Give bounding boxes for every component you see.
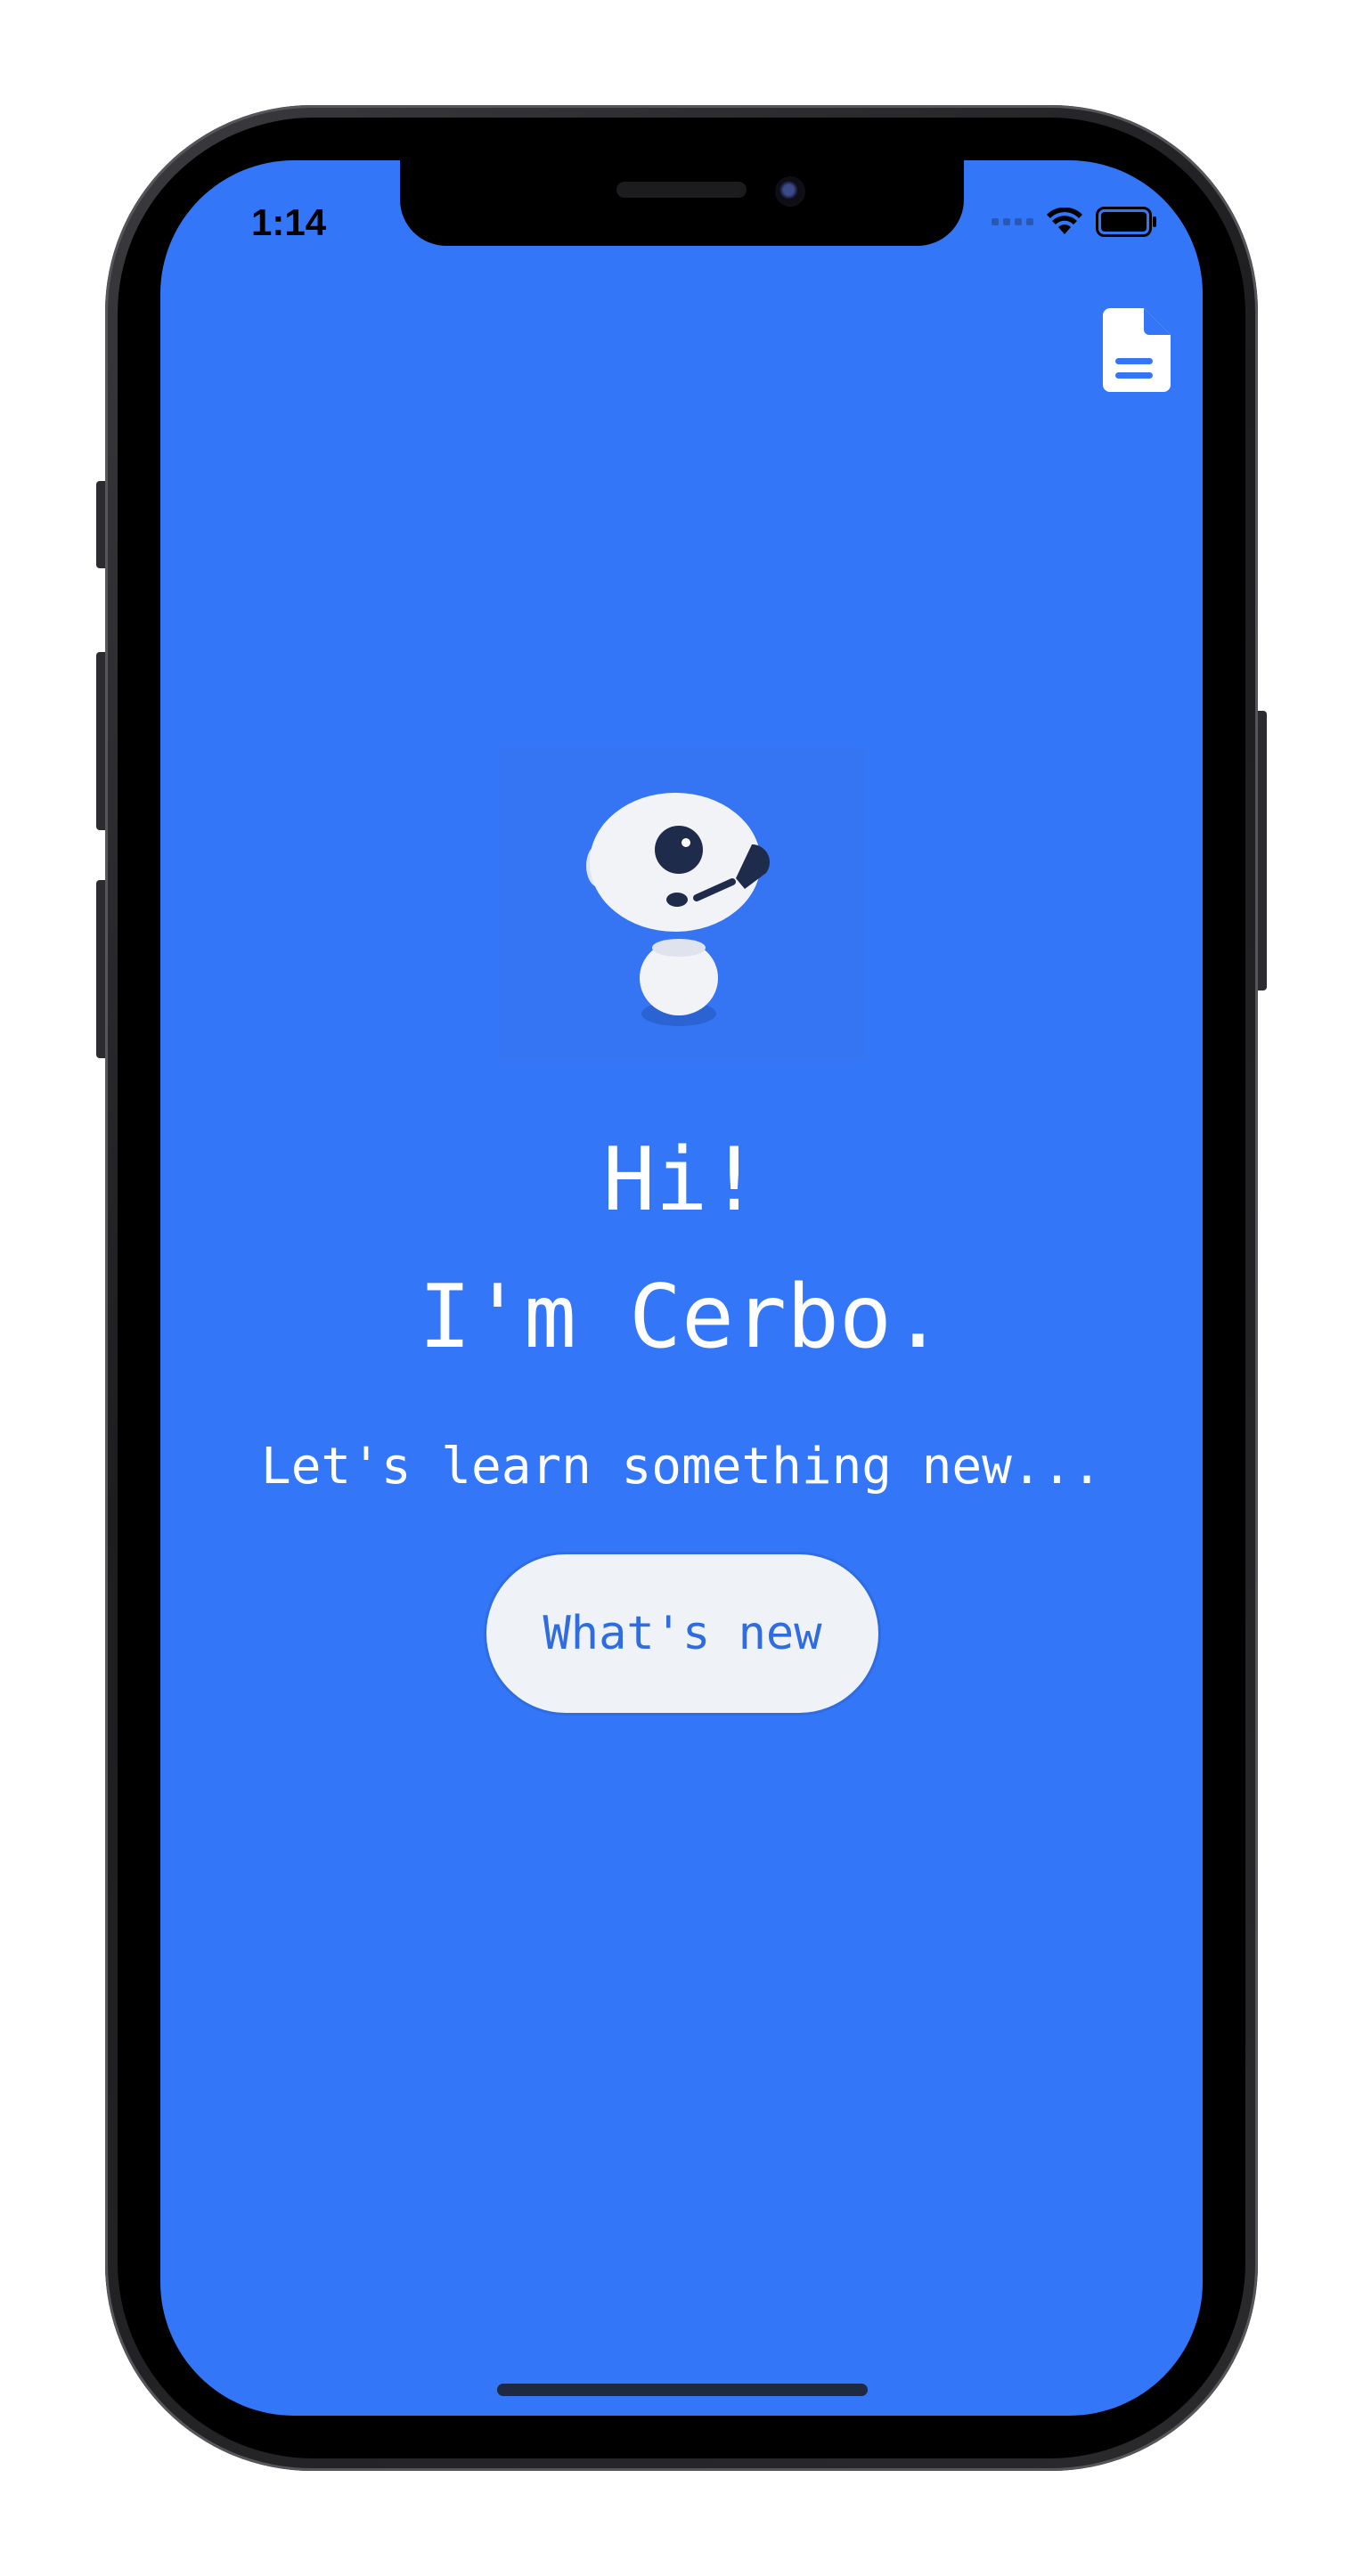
device-mockup: 1:14 Hi! I'm Cerbo. Let's learn somethin…: [0, 0, 1363, 2576]
app-screen: 1:14 Hi! I'm Cerbo. Let's learn somethin…: [160, 160, 1203, 2416]
earpiece-speaker: [616, 182, 747, 198]
battery-icon: [1096, 207, 1156, 237]
tagline: Let's learn something new...: [260, 1438, 1102, 1496]
robot-mascot-icon: [586, 793, 770, 1026]
document-icon: [1103, 308, 1171, 392]
document-button[interactable]: [1103, 308, 1171, 392]
wifi-icon: [1047, 208, 1082, 234]
home-indicator[interactable]: [497, 2384, 868, 2396]
cellular-signal-icon: [992, 218, 1033, 225]
greeting-line-2: I'm Cerbo.: [418, 1267, 944, 1368]
front-camera: [775, 176, 805, 207]
status-time: 1:14: [251, 201, 327, 243]
notch: [400, 160, 964, 246]
mascot-image: [499, 748, 864, 1060]
status-indicators: [992, 207, 1158, 237]
whats-new-button[interactable]: What's new: [484, 1552, 881, 1716]
greeting-line-1: Hi!: [602, 1129, 761, 1231]
